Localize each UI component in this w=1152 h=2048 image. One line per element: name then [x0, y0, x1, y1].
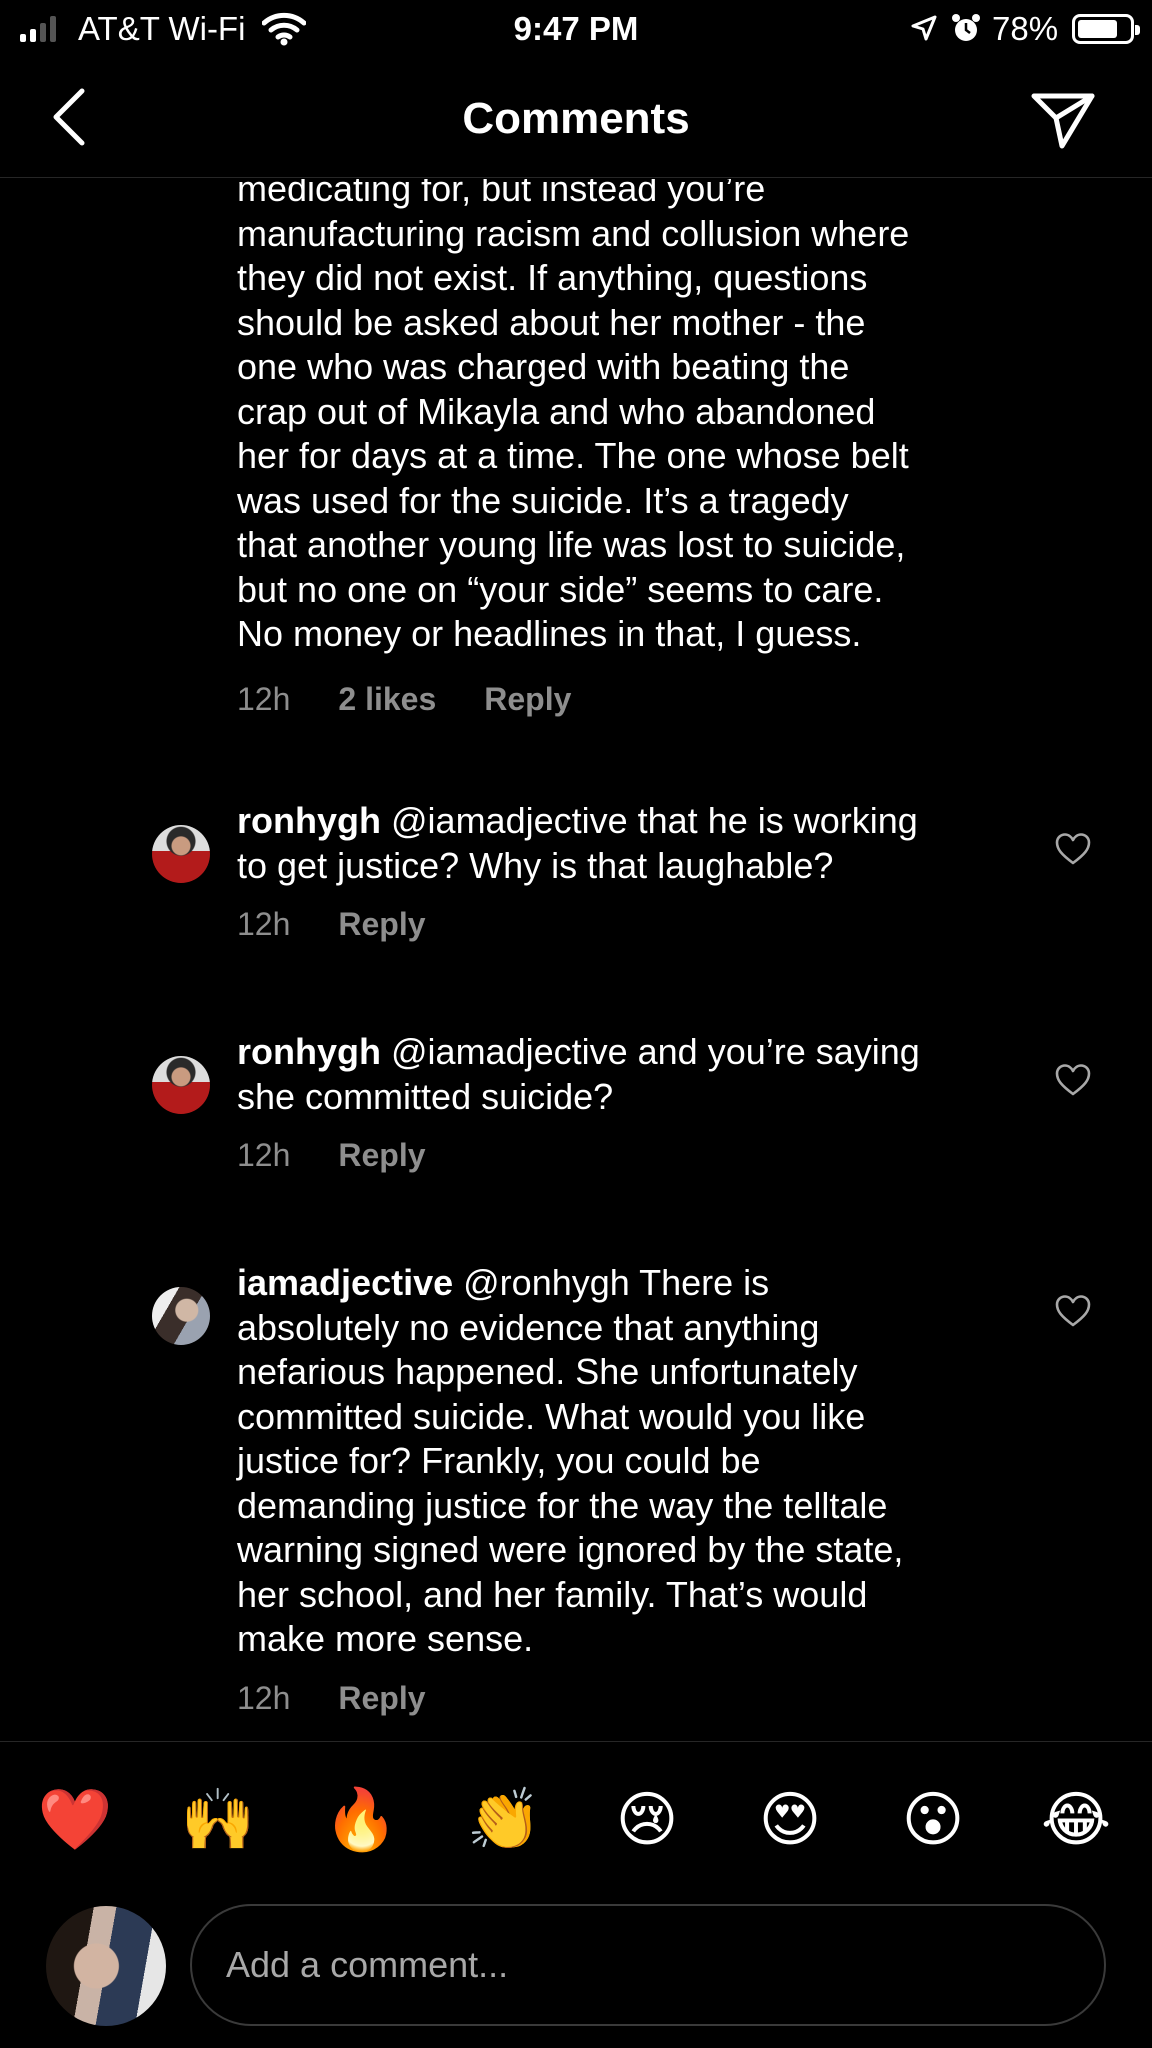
username-link[interactable]: ronhygh [237, 1031, 381, 1072]
current-user-avatar [46, 1906, 166, 2026]
emoji-reaction-bar: ❤️ 🙌 🔥 👏 😢 😍 😮 😂 [0, 1780, 1152, 1860]
comment-meta: 12h Reply [237, 906, 1037, 943]
avatar[interactable] [152, 1287, 210, 1345]
reply-button[interactable]: Reply [338, 1680, 425, 1717]
surprised-face-emoji-button[interactable]: 😮 [893, 1780, 973, 1860]
comment-meta: 12h Reply [237, 1680, 1037, 1717]
heart-icon[interactable] [1054, 1294, 1092, 1328]
avatar[interactable] [152, 825, 210, 883]
page-title: Comments [462, 94, 690, 143]
comment-input[interactable] [226, 1906, 1066, 2024]
heart-eyes-emoji-button[interactable]: 😍 [750, 1780, 830, 1860]
comment-meta: 12h 2 likes Reply [237, 681, 571, 718]
comment-body: ronhygh @iamadjective and you’re saying … [237, 1030, 1037, 1174]
comment-timestamp: 12h [237, 906, 291, 942]
divider [0, 1741, 1152, 1742]
comment-text: iamadjective @ronhygh There is absolutel… [237, 1262, 904, 1659]
raised-hands-emoji-button[interactable]: 🙌 [178, 1780, 258, 1860]
location-arrow-icon [911, 15, 937, 41]
reply-button[interactable]: Reply [338, 906, 425, 943]
battery-percentage: 78% [992, 10, 1059, 47]
battery-icon [1072, 14, 1140, 44]
comments-list[interactable]: medicating for, but instead you’re manuf… [0, 179, 1152, 1741]
share-button[interactable] [1028, 84, 1098, 154]
laughing-tears-emoji-button[interactable]: 😂 [1036, 1780, 1116, 1860]
continued-comment-text: medicating for, but instead you’re manuf… [237, 179, 910, 654]
clapping-hands-emoji-button[interactable]: 👏 [464, 1780, 544, 1860]
reply-button[interactable]: Reply [484, 681, 571, 718]
reply-button[interactable]: Reply [338, 1137, 425, 1174]
comment-timestamp: 12h [237, 1137, 291, 1173]
paper-plane-icon [1031, 93, 1095, 149]
comment-timestamp: 12h [237, 681, 291, 717]
comment-composer[interactable] [190, 1904, 1106, 2026]
username-link[interactable]: iamadjective [237, 1262, 453, 1303]
comment-text: ronhygh @iamadjective that he is working… [237, 800, 918, 886]
red-heart-emoji-button[interactable]: ❤️ [35, 1780, 115, 1860]
comment-text: ronhygh @iamadjective and you’re saying … [237, 1031, 920, 1117]
crying-face-emoji-button[interactable]: 😢 [607, 1780, 687, 1860]
fire-emoji-button[interactable]: 🔥 [321, 1780, 401, 1860]
status-bar: AT&T Wi-Fi 9:47 PM 78% [0, 0, 1152, 60]
comment-body: iamadjective @ronhygh There is absolutel… [237, 1261, 1037, 1717]
likes-count-link[interactable]: 2 likes [338, 681, 436, 718]
avatar[interactable] [152, 1056, 210, 1114]
comment-meta: 12h Reply [237, 1137, 1037, 1174]
comment-body: ronhygh @iamadjective that he is working… [237, 799, 1037, 943]
heart-icon[interactable] [1054, 832, 1092, 866]
comments-header: Comments [0, 60, 1152, 178]
heart-icon[interactable] [1054, 1063, 1092, 1097]
username-link[interactable]: ronhygh [237, 800, 381, 841]
comment-timestamp: 12h [237, 1679, 291, 1716]
alarm-clock-icon [952, 14, 980, 41]
